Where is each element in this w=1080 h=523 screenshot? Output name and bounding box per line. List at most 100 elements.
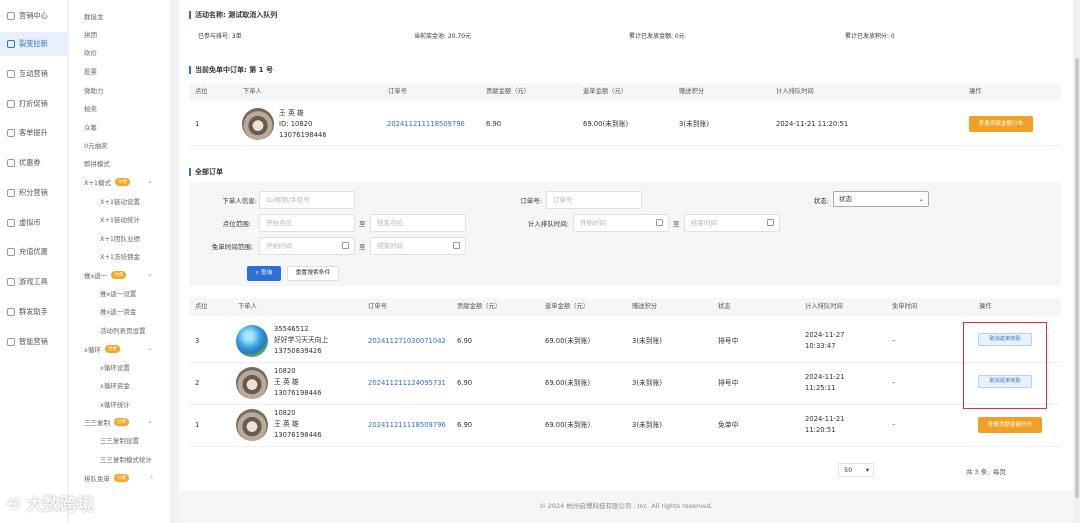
free-end-placeholder: 结束时间 bbox=[377, 242, 403, 250]
total-paid: 累计已发放金额: 0元 bbox=[629, 33, 685, 40]
main-content: 活动名称: 测试取消入队列 已参与排号: 3单 当前奖金池: 20.70元 累计… bbox=[179, 0, 1073, 523]
paid-badge: 付费 bbox=[114, 418, 129, 426]
sidebar-item[interactable]: 打折促销 bbox=[0, 92, 68, 116]
subnav-item[interactable]: 推x返一 付费 ⌄ bbox=[69, 266, 171, 284]
subnav-item[interactable]: 推x返一设置 bbox=[69, 284, 171, 302]
contrib-cell: 6.90 bbox=[457, 337, 473, 345]
queue-date: 2024-11-21 bbox=[805, 415, 845, 423]
subnav-item[interactable]: 拍卖 bbox=[69, 99, 171, 117]
divider bbox=[189, 362, 1061, 363]
sidebar-item[interactable]: 虚拟币 bbox=[0, 211, 68, 235]
sidebar-item[interactable]: 客单提升 bbox=[0, 121, 68, 145]
subnav-item[interactable]: 0元抽奖 bbox=[69, 136, 171, 154]
subnav-item[interactable]: X+1冻结佣金 bbox=[69, 247, 171, 265]
view-contribution-button[interactable]: 查看贡献金额分布 bbox=[978, 417, 1042, 433]
subnav-item[interactable]: x循环资金 bbox=[69, 376, 171, 394]
scrollbar-thumb[interactable] bbox=[1075, 58, 1079, 498]
points-cell: 3(未到账) bbox=[632, 421, 663, 429]
free-start-input[interactable]: 开始时间 bbox=[259, 237, 355, 255]
search-label: 查询 bbox=[260, 270, 273, 276]
subnav-item-label: x循环统计 bbox=[100, 401, 130, 409]
points-cell: 3(未到账) bbox=[679, 120, 710, 128]
subnav-item[interactable]: x循环统计 bbox=[69, 395, 171, 413]
calendar-icon bbox=[656, 219, 663, 226]
subnav-item[interactable]: x循环设置 bbox=[69, 358, 171, 376]
paid-badge: 付费 bbox=[115, 178, 131, 186]
sidebar-item-label: 群发助手 bbox=[19, 307, 48, 316]
subnav-item[interactable]: 砍价 bbox=[69, 43, 171, 61]
sidebar-item[interactable]: 群发助手 bbox=[0, 300, 68, 324]
sidebar-item[interactable]: 营销中心 bbox=[0, 4, 68, 28]
order-link[interactable]: 2024112111240957​31 bbox=[368, 379, 446, 388]
contrib-cell: 6.90 bbox=[457, 379, 473, 387]
buyer-input[interactable]: ID/昵称/手机号 bbox=[259, 191, 355, 209]
subnav-item[interactable]: X+1团队业绩 bbox=[69, 229, 171, 247]
caret-down-icon: ▾ bbox=[865, 466, 869, 474]
subnav-item-label: 活动列表页设置 bbox=[100, 327, 146, 335]
subnav-item[interactable]: x循环 付费 ⌄ bbox=[69, 340, 171, 358]
status-select[interactable]: 状态 ⌄ bbox=[833, 191, 929, 207]
subnav-item[interactable]: 排队免单 付费 › bbox=[69, 469, 171, 487]
position-cell: 1 bbox=[195, 421, 200, 429]
subnav-item-label: X+1链动统计 bbox=[100, 216, 141, 224]
sidebar-item[interactable]: 互动营销 bbox=[0, 62, 68, 86]
pager-total: 共 3 条, bbox=[966, 468, 990, 476]
view-contribution-button[interactable]: 查看贡献金额分布 bbox=[969, 116, 1033, 132]
free-end-input[interactable]: 结束时间 bbox=[370, 237, 466, 255]
search-button[interactable]: ⌕ 查询 bbox=[247, 266, 281, 281]
free-time-cell: – bbox=[892, 379, 896, 387]
subnav-item[interactable]: 推x返一资金 bbox=[69, 302, 171, 320]
subnav-item-label: 砍价 bbox=[84, 49, 97, 57]
subnav-item[interactable]: X+1链动设置 bbox=[69, 192, 171, 210]
subnav-item-label: 推x返一设置 bbox=[100, 290, 137, 298]
subnav-item-label: 推x返一 bbox=[84, 272, 108, 280]
queue-time: 11:25:11 bbox=[805, 384, 836, 392]
sidebar-item[interactable]: 积分营销 bbox=[0, 181, 68, 205]
order-input[interactable]: 订单号 bbox=[546, 191, 642, 209]
order-link[interactable]: 2024112710300710​42 bbox=[368, 337, 446, 346]
subnav-item[interactable]: 投票 bbox=[69, 62, 171, 80]
subnav-item[interactable]: 三三复制 付费 ⌄ bbox=[69, 413, 171, 431]
subnav-item[interactable]: 三三复制设置 bbox=[69, 431, 171, 449]
points-cell: 3(未到账) bbox=[632, 379, 663, 387]
sidebar-item[interactable]: 充值优惠 bbox=[0, 240, 68, 264]
position-cell: 2 bbox=[195, 379, 200, 387]
sidebar-item[interactable]: 智能营销 bbox=[0, 330, 68, 354]
subnav-item[interactable]: 群接龙 bbox=[69, 7, 171, 25]
sidebar-item[interactable]: 裂变拉新 bbox=[0, 32, 68, 56]
subnav-item-label: 拼团 bbox=[84, 31, 97, 39]
subnav-item-label: x循环资金 bbox=[100, 382, 130, 390]
free-start-placeholder: 开始时间 bbox=[266, 242, 292, 250]
subnav-item[interactable]: 三三复制模式统计 bbox=[69, 450, 171, 468]
queue-start-input[interactable]: 开始时间 bbox=[573, 214, 669, 232]
subnav-item[interactable]: 活动列表页设置 bbox=[69, 321, 171, 339]
subnav-item[interactable]: 拼团 bbox=[69, 25, 171, 43]
order-link[interactable]: 2024112111185​09796 bbox=[387, 120, 465, 129]
subnav-item[interactable]: 众筹 bbox=[69, 118, 171, 136]
order-link[interactable]: 2024112111185097​96 bbox=[368, 421, 446, 430]
subnav-item[interactable]: X+1模式 付费 ⌄ bbox=[69, 173, 171, 191]
chevron-icon: › bbox=[150, 473, 153, 481]
subnav-item[interactable]: 即拼模式 bbox=[69, 154, 171, 172]
buyer-id: ID: 10820 bbox=[279, 120, 313, 128]
chart-icon bbox=[7, 129, 15, 137]
reset-button[interactable]: 重置搜索条件 bbox=[287, 266, 339, 281]
page-size-select[interactable]: 50 ▾ bbox=[838, 463, 874, 477]
col-header: 点位 bbox=[195, 303, 208, 310]
subnav-item[interactable]: X+1链动统计 bbox=[69, 210, 171, 228]
sidebar-item-label: 充值优惠 bbox=[19, 247, 48, 256]
pos-start-input[interactable]: 开始点位 bbox=[259, 214, 355, 232]
sidebar-item[interactable]: 游戏工具 bbox=[0, 270, 68, 294]
col-header: 点位 bbox=[195, 88, 208, 95]
pos-end-input[interactable]: 结束点位 bbox=[370, 214, 466, 232]
sidebar-item-label: 优惠券 bbox=[19, 158, 41, 167]
subnav-item-label: 投票 bbox=[84, 68, 97, 76]
queue-end-input[interactable]: 结束时间 bbox=[684, 214, 780, 232]
col-header: 计入排队时间 bbox=[805, 303, 843, 310]
sidebar-item[interactable]: 优惠券 bbox=[0, 151, 68, 175]
subnav-item-label: 0元抽奖 bbox=[84, 142, 108, 150]
store-icon bbox=[7, 12, 15, 20]
subnav-item[interactable]: 微助力 bbox=[69, 81, 171, 99]
buyer-id: 35546512 bbox=[274, 325, 309, 333]
watermark-text: 大数跨境 bbox=[26, 495, 95, 515]
